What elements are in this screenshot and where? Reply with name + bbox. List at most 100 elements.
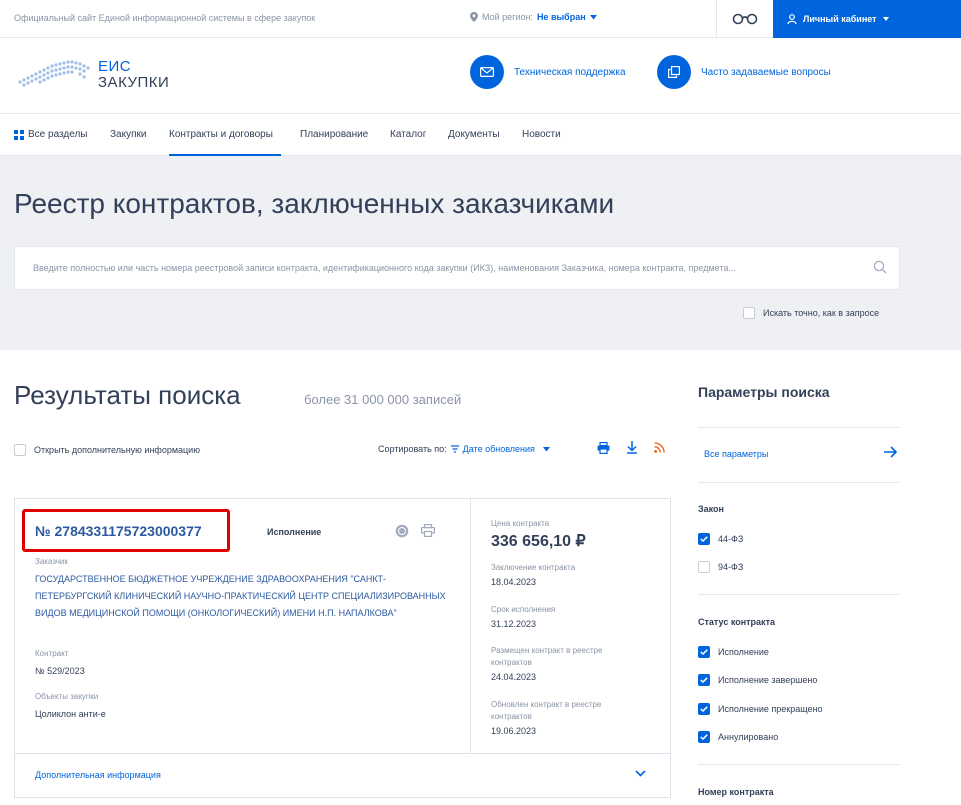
user-icon	[787, 14, 797, 24]
price-value: 336 656,10 ₽	[491, 533, 586, 550]
contract-status: Исполнение	[267, 527, 322, 537]
status-option-terminated[interactable]: Исполнение прекращено	[698, 703, 823, 715]
customer-name-link[interactable]: ГОСУДАРСТВЕННОЕ БЮДЖЕТНОЕ УЧРЕЖДЕНИЕ ЗДР…	[35, 571, 455, 622]
objects-value: Цоликлон анти-е	[35, 709, 106, 719]
cabinet-label: Личный кабинет	[803, 14, 877, 24]
region-selector[interactable]: Мой регион: Не выбран	[470, 12, 597, 22]
nav-item-contracts[interactable]: Контракты и договоры	[169, 129, 273, 140]
sidebar-divider	[698, 594, 900, 595]
print-icon[interactable]	[597, 441, 610, 454]
placed-value: 24.04.2023	[491, 672, 537, 682]
search-icon[interactable]	[873, 260, 887, 274]
arrow-right-icon[interactable]	[884, 446, 898, 458]
logo-line-2: ЗАКУПКИ	[98, 74, 170, 91]
status-title: Статус контракта	[698, 617, 775, 627]
nav-item-purchases[interactable]: Закупки	[110, 129, 146, 140]
law-44fz-checkbox[interactable]	[698, 533, 710, 545]
status-option-label: Исполнение завершено	[718, 675, 818, 685]
personal-cabinet-button[interactable]: Личный кабинет	[773, 0, 961, 38]
status-option-label: Аннулировано	[718, 732, 779, 742]
eis-logo[interactable]: ЕИС ЗАКУПКИ	[14, 56, 169, 94]
logo-text: ЕИС ЗАКУПКИ	[98, 59, 169, 91]
faq-label: Часто задаваемые вопросы	[701, 66, 831, 78]
region-label: Мой регион:	[482, 12, 533, 22]
card-divider	[470, 499, 471, 753]
sort-icon	[450, 445, 459, 453]
faq-link[interactable]: Часто задаваемые вопросы	[657, 55, 831, 89]
sort-control[interactable]: Сортировать по: Дате обновления	[378, 444, 550, 454]
nav-item-documents[interactable]: Документы	[448, 129, 500, 140]
law-option-44fz[interactable]: 44-ФЗ	[698, 533, 743, 545]
print-icon[interactable]	[421, 524, 435, 537]
search-input[interactable]	[15, 247, 835, 289]
objects-label: Объекты закупки	[35, 692, 99, 701]
contract-label: Контракт	[35, 649, 69, 658]
all-params-link[interactable]: Все параметры	[704, 449, 768, 459]
caret-down-icon	[589, 14, 597, 19]
sort-value[interactable]: Дате обновления	[463, 444, 535, 454]
hero-section: Реестр контрактов, заключенных заказчика…	[0, 156, 961, 350]
conclusion-value: 18.04.2023	[491, 577, 537, 587]
status-option-label: Исполнение прекращено	[718, 704, 823, 714]
status-annulled-checkbox[interactable]	[698, 731, 710, 743]
updated-value: 19.06.2023	[491, 726, 537, 736]
status-completed-checkbox[interactable]	[698, 674, 710, 686]
region-value[interactable]: Не выбран	[537, 12, 586, 22]
law-option-label: 44-ФЗ	[718, 534, 744, 544]
term-value: 31.12.2023	[491, 619, 537, 629]
sidebar-divider	[698, 764, 900, 765]
status-option-completed[interactable]: Исполнение завершено	[698, 674, 817, 686]
sidebar-divider	[698, 427, 900, 428]
site-header: ЕИС ЗАКУПКИ Техническая поддержка Часто …	[0, 38, 961, 114]
open-more-option[interactable]: Открыть дополнительную информацию	[14, 444, 200, 456]
additional-info-toggle[interactable]: Дополнительная информация	[15, 753, 670, 797]
accessibility-button[interactable]	[716, 0, 773, 38]
search-box	[14, 246, 900, 290]
updated-label-2: контрактов	[491, 712, 532, 721]
law-option-94fz[interactable]: 94-ФЗ	[698, 561, 743, 573]
nav-item-news[interactable]: Новости	[522, 129, 561, 140]
nav-label: Все разделы	[28, 129, 88, 140]
location-icon	[470, 12, 478, 22]
support-link[interactable]: Техническая поддержка	[470, 55, 626, 89]
nav-item-planning[interactable]: Планирование	[300, 129, 368, 140]
top-bar: Официальный сайт Единой информационной с…	[0, 0, 961, 38]
support-label: Техническая поддержка	[514, 66, 626, 78]
download-icon[interactable]	[626, 441, 638, 454]
rss-icon[interactable]	[654, 442, 665, 453]
logo-line-1: ЕИС	[98, 58, 132, 75]
russia-map-icon	[18, 60, 90, 87]
law-94fz-checkbox[interactable]	[698, 561, 710, 573]
term-label: Срок исполнения	[491, 605, 556, 614]
law-option-label: 94-ФЗ	[718, 562, 744, 572]
status-option-execution[interactable]: Исполнение	[698, 646, 769, 658]
nav-item-catalog[interactable]: Каталог	[390, 129, 426, 140]
card-icons	[395, 524, 435, 538]
sidebar-divider	[698, 482, 900, 483]
contract-value: № 529/2023	[35, 666, 85, 676]
status-option-annulled[interactable]: Аннулировано	[698, 731, 778, 743]
grid-icon	[14, 129, 24, 140]
exact-search-checkbox[interactable]	[743, 307, 755, 319]
placed-label: Размещен контракт в реестре	[491, 646, 603, 655]
contract-number-title: Номер контракта	[698, 787, 774, 797]
status-execution-checkbox[interactable]	[698, 646, 710, 658]
exact-search-option[interactable]: Искать точно, как в запросе	[743, 307, 879, 319]
open-more-checkbox[interactable]	[14, 444, 26, 456]
globe-icon[interactable]	[395, 524, 409, 538]
sidebar-title: Параметры поиска	[698, 384, 830, 400]
copy-icon	[657, 55, 691, 89]
glasses-icon	[732, 13, 758, 25]
chevron-down-icon	[635, 770, 646, 777]
results-toolbar	[597, 441, 665, 454]
main-nav: Все разделы Закупки Контракты и договоры…	[0, 114, 961, 156]
updated-label: Обновлен контракт в реестре	[491, 700, 602, 709]
nav-item-all-sections[interactable]: Все разделы	[14, 129, 87, 140]
mail-icon	[470, 55, 504, 89]
conclusion-label: Заключение контракта	[491, 563, 576, 572]
contract-number-link[interactable]: № 2784331175723000377	[35, 523, 202, 539]
status-terminated-checkbox[interactable]	[698, 703, 710, 715]
caret-down-icon	[882, 17, 889, 21]
placed-label-2: контрактов	[491, 658, 532, 667]
results-title: Результаты поиска	[14, 380, 241, 410]
